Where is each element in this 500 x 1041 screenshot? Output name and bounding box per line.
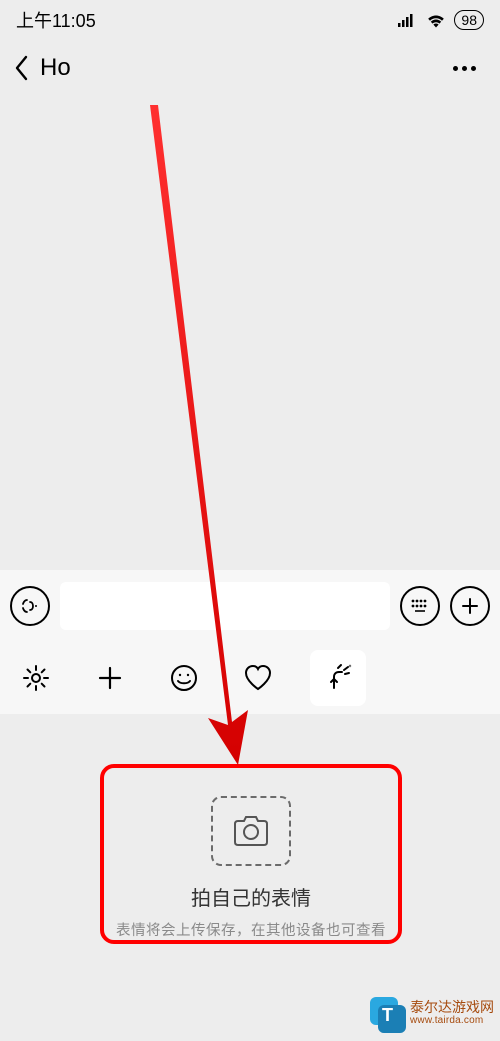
message-input[interactable]: [60, 582, 390, 630]
emoji-keyboard-button[interactable]: [400, 586, 440, 626]
wifi-icon: [426, 13, 446, 28]
smiley-tab[interactable]: [162, 656, 206, 700]
battery-indicator: 98: [454, 10, 484, 30]
watermark-url: www.tairda.com: [410, 1015, 494, 1026]
selfie-emoji-tab[interactable]: [310, 650, 366, 706]
voice-input-button[interactable]: [10, 586, 50, 626]
create-selfie-emoji-card[interactable]: 拍自己的表情 表情将会上传保存，在其他设备也可查看: [100, 764, 402, 944]
nav-bar: Ho: [0, 40, 500, 96]
more-options-button[interactable]: [450, 586, 490, 626]
settings-tab[interactable]: [14, 656, 58, 700]
status-right: 98: [398, 10, 484, 30]
back-button[interactable]: [10, 49, 32, 87]
panel-title: 拍自己的表情: [191, 882, 311, 911]
heart-tab[interactable]: [236, 656, 280, 700]
watermark: T 泰尔达游戏网 www.tairda.com: [364, 991, 494, 1035]
emoji-toolbar: [0, 642, 500, 714]
panel-subtitle: 表情将会上传保存，在其他设备也可查看: [116, 919, 386, 940]
signal-icon: [398, 13, 418, 27]
add-tab[interactable]: [88, 656, 132, 700]
more-menu-button[interactable]: [443, 56, 486, 81]
svg-text:T: T: [382, 1005, 393, 1025]
status-time: 上午11:05: [16, 7, 96, 33]
watermark-name: 泰尔达游戏网: [410, 1000, 494, 1015]
camera-placeholder-icon: [211, 796, 291, 866]
watermark-logo-icon: T: [364, 991, 408, 1035]
status-bar: 上午11:05 98: [0, 0, 500, 40]
input-bar: [0, 570, 500, 642]
chat-title: Ho: [40, 54, 71, 82]
